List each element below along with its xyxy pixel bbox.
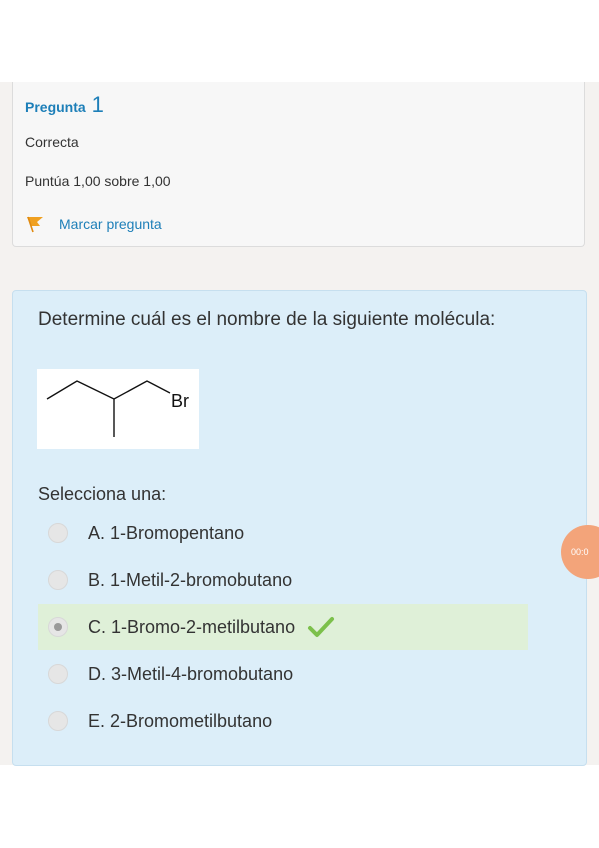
question-state: Correcta <box>25 134 79 150</box>
radio-icon[interactable] <box>48 664 68 684</box>
answer-option-e[interactable]: E. 2-Bromometilbutano <box>38 698 528 744</box>
answer-option-a[interactable]: A. 1-Bromopentano <box>38 510 528 556</box>
question-grade: Puntúa 1,00 sobre 1,00 <box>25 173 171 189</box>
answer-prompt: Selecciona una: <box>38 484 167 504</box>
answer-option-label: E. 2-Bromometilbutano <box>88 710 273 731</box>
radio-icon[interactable] <box>48 711 68 731</box>
answer-option-label: B. 1-Metil-2-bromobutano <box>88 569 293 590</box>
question-title-label: Pregunta <box>25 99 86 115</box>
answer-option-d[interactable]: D. 3-Metil-4-bromobutano <box>38 651 528 697</box>
answer-option-c[interactable]: C. 1-Bromo-2-metilbutano <box>38 604 528 650</box>
question-number: 1 <box>91 92 104 117</box>
answer-option-label: A. 1-Bromopentano <box>88 522 245 543</box>
answer-option-b[interactable]: B. 1-Metil-2-bromobutano <box>38 557 528 603</box>
question-title: Pregunta 1 <box>25 92 104 118</box>
flag-question-label: Marcar pregunta <box>59 216 162 232</box>
radio-icon[interactable] <box>48 617 68 637</box>
molecule-bromine-label: Br <box>171 391 189 411</box>
radio-icon[interactable] <box>48 570 68 590</box>
molecule-image: Br <box>37 369 199 449</box>
radio-icon[interactable] <box>48 523 68 543</box>
answer-option-label: D. 3-Metil-4-bromobutano <box>88 663 294 684</box>
check-icon <box>308 617 335 637</box>
answer-option-label: C. 1-Bromo-2-metilbutano <box>88 616 296 637</box>
flag-icon <box>27 216 43 233</box>
flag-question-link[interactable]: Marcar pregunta <box>25 215 162 233</box>
timer-text: 00:0 <box>571 547 589 557</box>
question-text: Determine cuál es el nombre de la siguie… <box>38 309 496 330</box>
